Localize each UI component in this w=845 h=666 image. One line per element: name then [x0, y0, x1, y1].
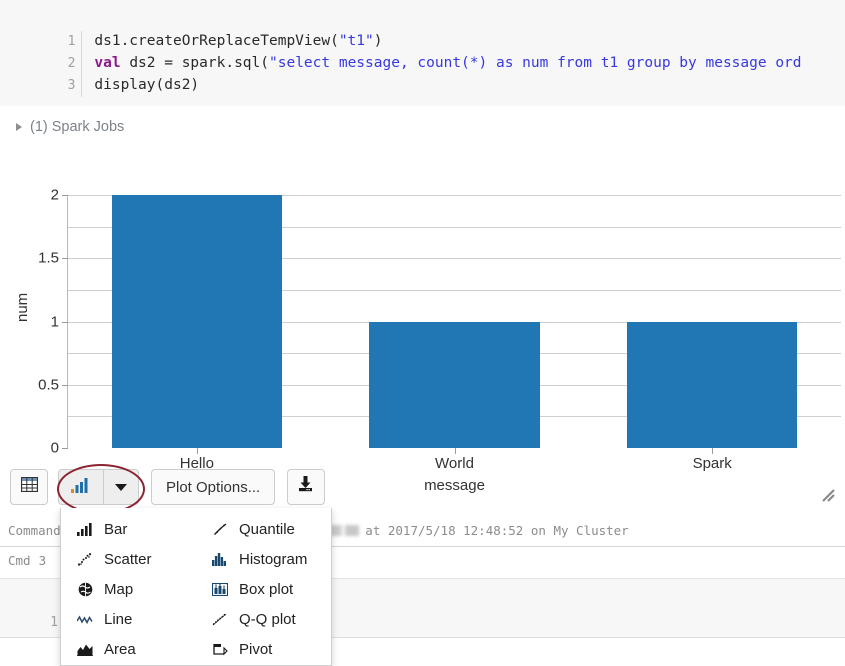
y-tick-label: 0.5	[38, 376, 59, 394]
plot-type-menu-item-area[interactable]: Area	[61, 634, 196, 664]
code-token-string: "t1"	[338, 33, 374, 49]
bar-chart: num 0 0.5 1 1.5 2 Hello World Spark message	[0, 150, 845, 494]
plot-type-caret-button[interactable]	[104, 470, 138, 504]
table-icon	[20, 476, 38, 497]
table-view-button[interactable]	[10, 469, 48, 505]
code-token-plain: ds1.createOrReplaceTempView(	[94, 33, 339, 49]
plot-type-menu-item-box-plot[interactable]: Box plot	[196, 574, 331, 604]
code-token-keyword: val	[94, 55, 121, 71]
code-token-string: "select message, count(*) as num from t1…	[269, 55, 802, 71]
y-tick-label: 1.5	[38, 249, 59, 267]
y-tick-label: 2	[50, 186, 59, 204]
line-chart-icon	[75, 614, 95, 625]
plot-type-menu-item-label: Area	[104, 640, 136, 658]
cmd-number: 3	[38, 552, 47, 568]
plot-type-menu-item-label: Map	[104, 580, 134, 598]
line-number: 2	[52, 53, 83, 75]
plot-type-menu-item-q-q-plot[interactable]: Q-Q plot	[196, 604, 331, 634]
line-number: 3	[52, 75, 83, 97]
plot-type-menu-item-label: Quantile	[239, 520, 295, 538]
spark-jobs-toggle[interactable]: (1) Spark Jobs	[0, 112, 845, 142]
download-button[interactable]	[287, 469, 326, 505]
plot-options-label: Plot Options...	[166, 478, 261, 496]
x-tick-mark	[196, 448, 198, 454]
y-tick-label: 0	[50, 439, 59, 457]
y-tick-mark	[62, 321, 68, 323]
y-axis-title: num	[14, 292, 31, 322]
histogram-icon	[210, 552, 230, 566]
bar	[369, 321, 540, 448]
code-editor-lines[interactable]: 1 ds1.createOrReplaceTempView("t1") 2 val …	[0, 8, 845, 97]
bar	[627, 321, 798, 448]
plot-type-menu-item-label: Scatter	[104, 550, 152, 568]
code-line-1: 1 ds1.createOrReplaceTempView("t1")	[0, 8, 845, 53]
plot-type-dropdown[interactable]	[58, 469, 139, 505]
y-tick-mark	[62, 448, 68, 449]
plot-type-menu-item-quantile[interactable]: Quantile	[196, 514, 331, 544]
plot-type-button[interactable]	[59, 470, 104, 504]
triangle-right-icon	[16, 123, 22, 131]
code-token-plain: )	[373, 33, 383, 49]
bar	[111, 195, 282, 448]
download-icon	[297, 476, 315, 498]
y-tick-mark	[62, 384, 68, 386]
x-tick-label: World	[435, 455, 474, 472]
globe-icon	[75, 582, 95, 597]
code-cell-2[interactable]: 1 ds1.createOrReplaceTempView("t1") 2 val …	[0, 0, 845, 106]
code-text: display(ds2)	[94, 77, 200, 93]
plot-options-button[interactable]: Plot Options...	[151, 469, 276, 505]
plot-type-menu[interactable]: Bar Scatter Map Line Area Quantile Histogram B…	[60, 508, 332, 666]
plot-type-menu-item-scatter[interactable]: Scatter	[61, 544, 196, 574]
bar-chart-icon	[71, 477, 91, 498]
qq-plot-icon	[210, 613, 230, 626]
plot-type-menu-item-line[interactable]: Line	[61, 604, 196, 634]
bar-chart-icon	[75, 522, 95, 536]
plot-type-menu-left-column: Bar Scatter Map Line Area	[61, 514, 196, 665]
pivot-table-icon	[210, 643, 230, 656]
status-suffix: at 2017/5/18 12:48:52 on My Cluster	[365, 523, 629, 538]
plot-type-menu-item-label: Line	[104, 610, 133, 628]
code-text: val ds2 = spark.sql("select message, cou…	[94, 55, 801, 71]
box-plot-icon	[210, 582, 230, 596]
plot-type-menu-item-label: Bar	[104, 520, 128, 538]
plot-type-menu-item-label: Q-Q plot	[239, 610, 296, 628]
plot-type-menu-item-label: Box plot	[239, 580, 294, 598]
plot-type-menu-item-bar[interactable]: Bar	[61, 514, 196, 544]
y-tick-mark	[62, 258, 68, 260]
plot-type-menu-item-map[interactable]: Map	[61, 574, 196, 604]
y-tick-mark	[62, 195, 68, 196]
x-tick-mark	[712, 448, 714, 454]
code-token-plain: ds2 = spark.sql(	[120, 55, 269, 71]
plot-canvas: 0 0.5 1 1.5 2 Hello World Spark message	[38, 187, 841, 494]
plot-type-menu-item-label: Pivot	[239, 640, 273, 658]
result-toolbar[interactable]: Plot Options...	[10, 468, 326, 506]
quantile-plot-icon	[210, 522, 230, 536]
plot-type-menu-item-label: Histogram	[239, 550, 308, 568]
plot-type-menu-right-column: Quantile Histogram Box plot Q-Q plot Pivot	[196, 514, 331, 665]
x-tick-mark	[454, 448, 456, 454]
plot-type-menu-item-pivot[interactable]: Pivot	[196, 634, 331, 664]
cmd-label-text: Cmd	[8, 552, 31, 568]
chevron-down-icon	[115, 483, 127, 491]
resize-handle-icon[interactable]	[820, 487, 836, 503]
line-number: 1	[52, 31, 83, 53]
spark-jobs-label: (1) Spark Jobs	[30, 119, 125, 135]
code-text: ds1.createOrReplaceTempView("t1")	[94, 33, 382, 49]
y-tick-label: 1	[50, 313, 59, 330]
plot-type-menu-item-histogram[interactable]: Histogram	[196, 544, 331, 574]
x-tick-label: Spark	[692, 455, 732, 472]
scatter-plot-icon	[75, 552, 95, 566]
area-chart-icon	[75, 643, 95, 656]
